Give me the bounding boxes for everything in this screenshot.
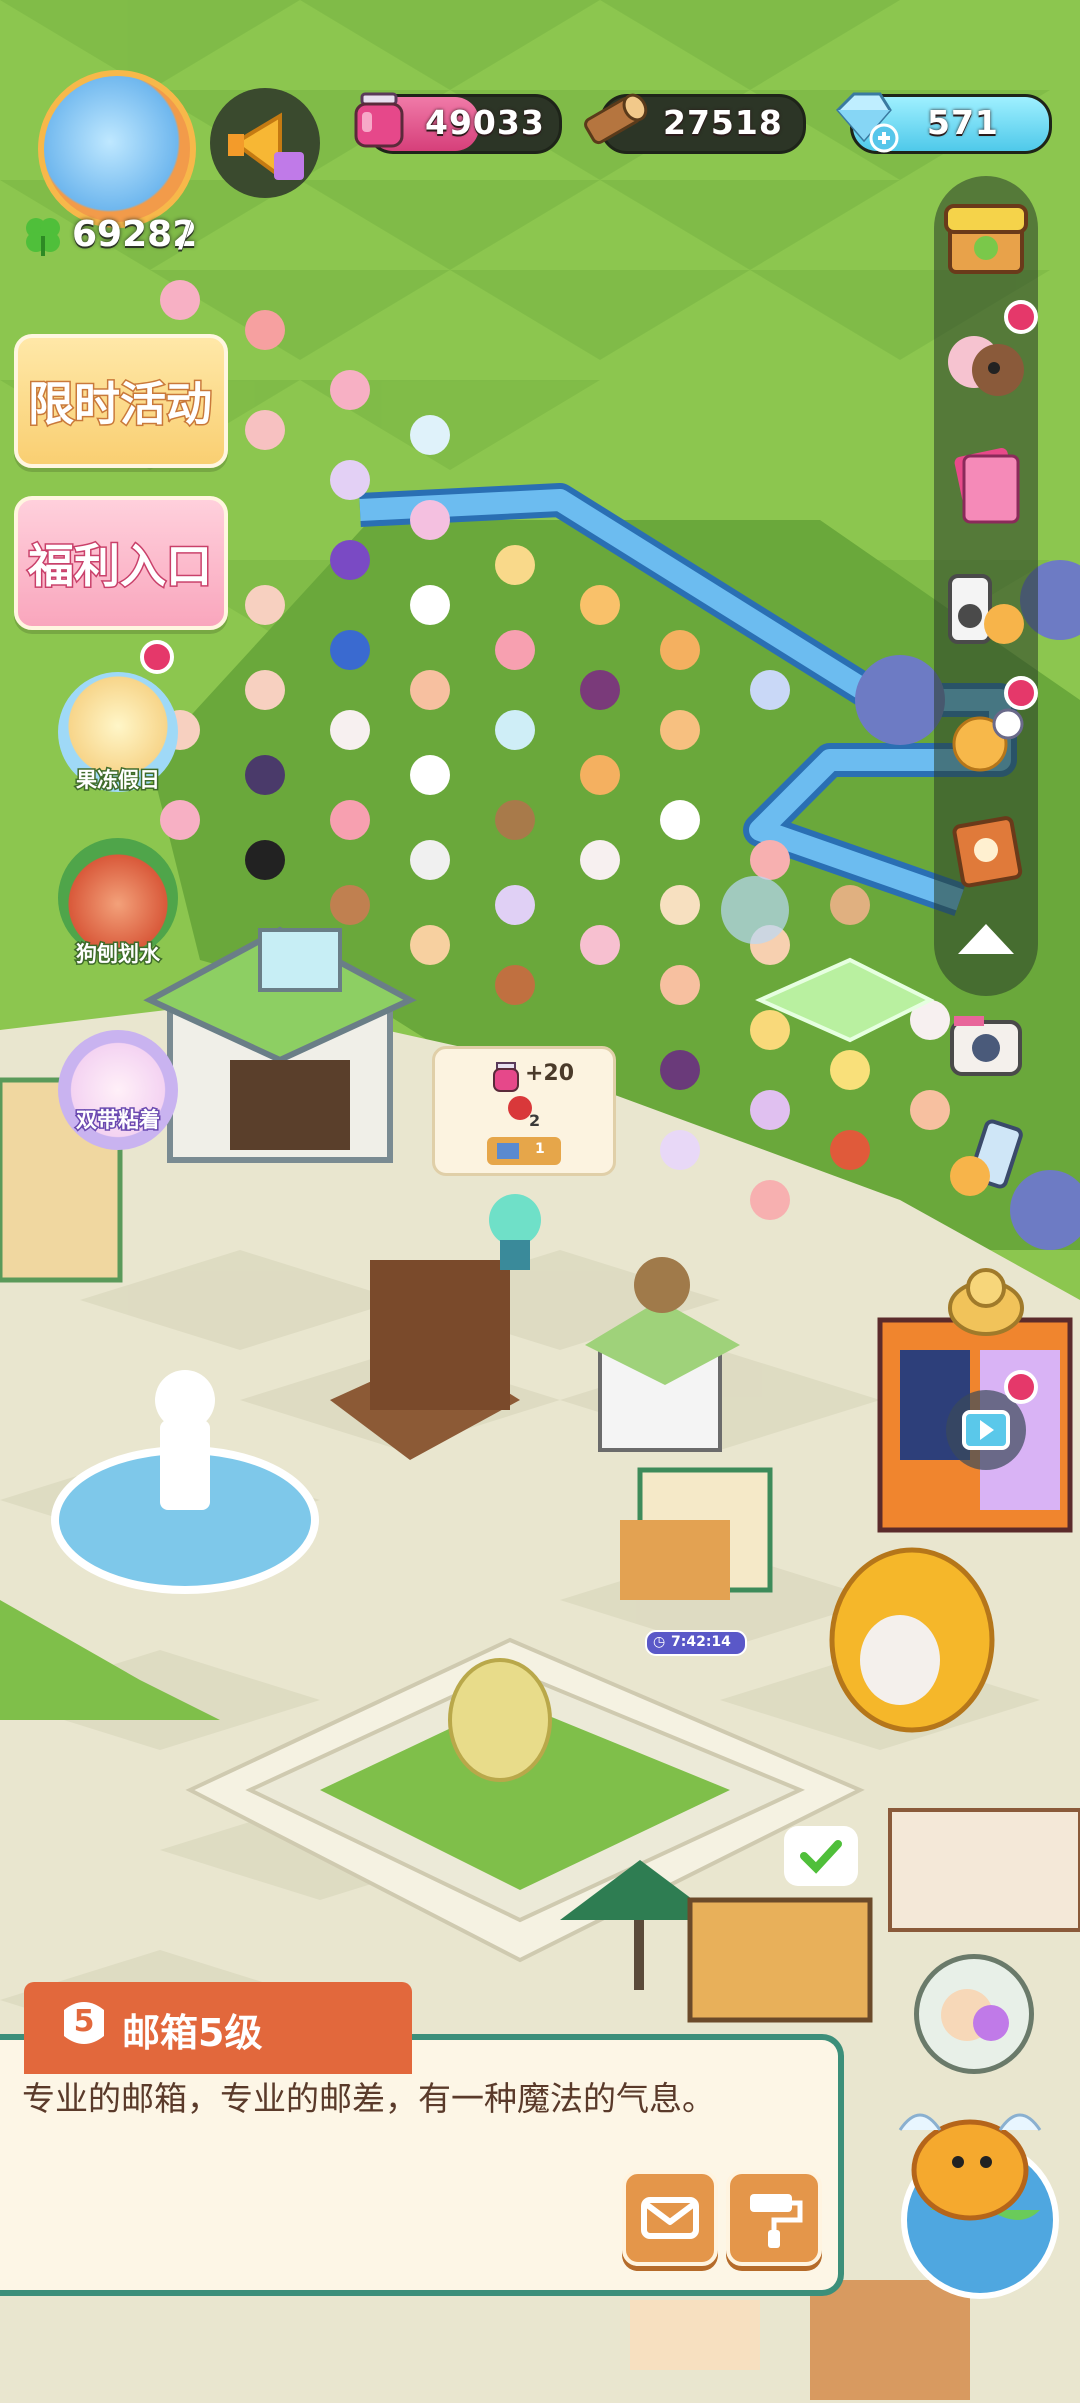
recipe-book-button[interactable] (936, 800, 1036, 900)
ticket-count: 1 (535, 1141, 545, 1157)
timer-clock-icon: ◷ (653, 1634, 666, 1650)
welfare-entry-button[interactable]: 福利入口 (14, 496, 228, 630)
blue-gem-plus-icon[interactable] (824, 80, 899, 153)
item-count: 2 (529, 1111, 541, 1130)
timer-text: 7:42:14 (671, 1634, 731, 1650)
speaker-pet-button[interactable] (936, 562, 1036, 662)
ticket-chip: 1 (487, 1137, 561, 1165)
jelly-holiday-badge (140, 640, 174, 674)
chick-hand-badge (1004, 676, 1038, 710)
welfare-entry-label: 福利入口 (27, 538, 214, 595)
album-book-button[interactable] (936, 436, 1036, 536)
gem-jar-count: 49033 (425, 103, 545, 142)
log-icon (578, 82, 648, 152)
wood-count: 27518 (663, 103, 783, 142)
megaphone-icon (228, 112, 304, 180)
phone-pet-button[interactable] (936, 1110, 1036, 1210)
clover-icon (20, 212, 66, 258)
diamond-count: 571 (927, 103, 999, 142)
announcement-button[interactable] (210, 88, 320, 198)
building-timer: ◷ 7:42:14 (645, 1630, 747, 1656)
mail-button[interactable] (622, 2170, 718, 2266)
decorate-button[interactable] (726, 2170, 822, 2266)
ticket-icon (497, 1143, 519, 1159)
golden-item-button[interactable] (936, 1250, 1036, 1350)
dog-paddle-label: 狗刨划水 (75, 941, 162, 968)
reward-amount: +20 (525, 1061, 575, 1086)
check-bubble[interactable] (784, 1826, 858, 1886)
building-title: 邮箱5级 (122, 2011, 263, 2055)
collapse-arrow-button[interactable] (936, 890, 1036, 990)
pink-jar-icon (344, 84, 414, 154)
checkmark-icon (800, 1840, 842, 1874)
villager-chip-button[interactable] (914, 1954, 1034, 2074)
paint-roller-icon (750, 2194, 803, 2248)
jelly-holiday-label: 果冻假日 (75, 767, 162, 794)
tv-video-badge (1004, 1370, 1038, 1404)
villager-icon (941, 1989, 1009, 2041)
player-avatar[interactable] (38, 70, 196, 228)
envelope-icon (641, 2197, 699, 2239)
building-description: 专业的邮箱，专业的邮差，有一种魔法的气息。 (22, 2079, 715, 2118)
shop-stall-button[interactable] (936, 186, 1036, 286)
limited-event-button[interactable]: 限时活动 (14, 334, 228, 468)
triangle-up-icon (958, 924, 1014, 954)
bear-collection-badge (1004, 300, 1038, 334)
clover-score-slash: / (178, 214, 192, 255)
camera-button[interactable] (936, 996, 1036, 1096)
double-feature-label: 双带粘着 (75, 1107, 162, 1134)
jar-small-icon (493, 1062, 519, 1092)
building-reward-popup[interactable]: +20 2 1 (432, 1046, 616, 1176)
building-level: 5 (73, 2004, 95, 2039)
limited-event-label: 限时活动 (27, 376, 214, 433)
pet-globe-button[interactable] (870, 2090, 1070, 2300)
